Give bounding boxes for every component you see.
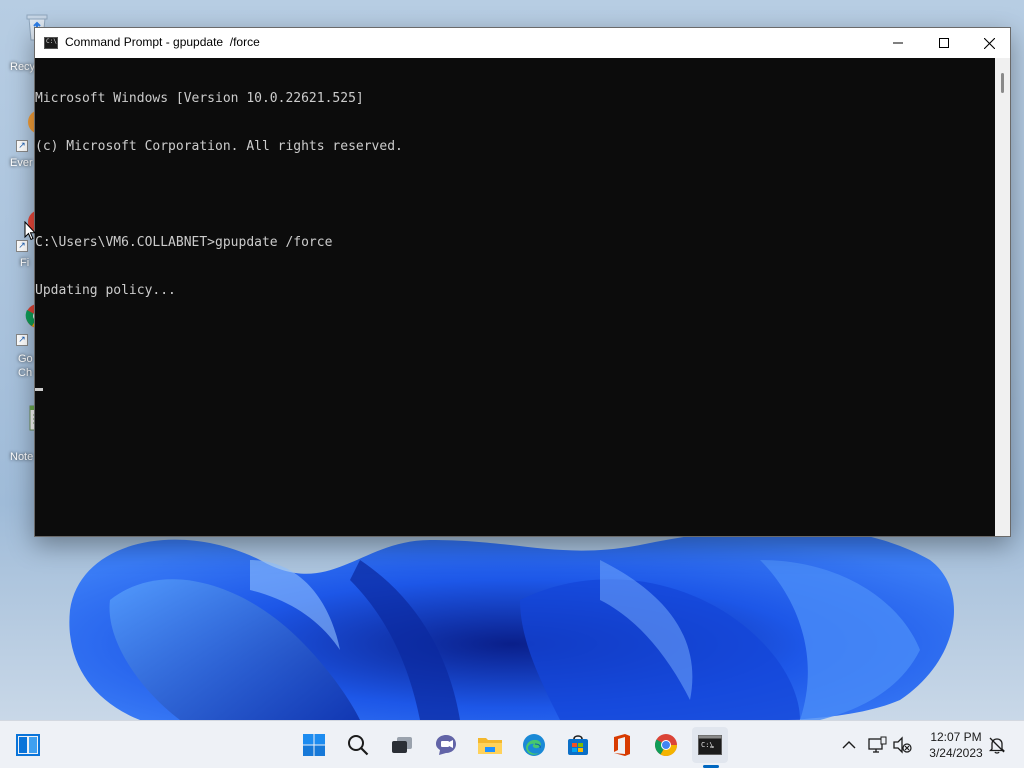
store-button[interactable] — [560, 727, 596, 763]
maximize-icon — [939, 38, 949, 48]
edge-button[interactable] — [516, 727, 552, 763]
title-bar[interactable]: C:\ Command Prompt - gpupdate /force — [35, 28, 1010, 58]
console-line: Microsoft Windows [Version 10.0.22621.52… — [35, 91, 364, 106]
shortcut-arrow-icon: ↗ — [16, 240, 28, 252]
command-prompt-window[interactable]: C:\ Command Prompt - gpupdate /force Mic… — [34, 27, 1011, 537]
chrome-button[interactable] — [648, 727, 684, 763]
close-icon — [983, 37, 995, 49]
console-line: Updating policy... — [35, 283, 176, 298]
console-output[interactable]: Microsoft Windows [Version 10.0.22621.52… — [35, 58, 995, 536]
network-icon — [868, 736, 887, 753]
volume-button[interactable] — [891, 734, 913, 756]
edge-icon — [523, 734, 545, 756]
notification-bell-icon — [988, 737, 1006, 754]
chat-icon — [436, 735, 456, 755]
terminal-icon: C:\ — [698, 735, 722, 755]
volume-muted-icon — [893, 736, 912, 754]
minimize-button[interactable] — [875, 28, 921, 58]
clock[interactable]: 12:07 PM 3/24/2023 — [922, 729, 990, 761]
search-icon — [348, 735, 369, 756]
minimize-icon — [893, 42, 903, 44]
office-icon — [614, 734, 630, 756]
window-title: Command Prompt - gpupdate /force — [65, 35, 260, 49]
vertical-scrollbar[interactable] — [995, 58, 1010, 536]
chat-button[interactable] — [428, 727, 464, 763]
folder-icon — [478, 738, 502, 754]
notifications-button[interactable] — [986, 734, 1008, 756]
command-prompt-icon: C:\ — [44, 37, 58, 49]
close-button[interactable] — [966, 28, 1012, 58]
windows-logo-icon — [16, 734, 40, 756]
console-line: (c) Microsoft Corporation. All rights re… — [35, 139, 403, 154]
taskbar: C:\ 12:07 PM 3/24/2023 — [0, 720, 1024, 768]
clock-time: 12:07 PM — [930, 730, 982, 744]
shortcut-arrow-icon: ↗ — [16, 140, 28, 152]
windows-start-button[interactable] — [296, 727, 332, 763]
mouse-pointer-icon — [24, 221, 36, 241]
shortcut-arrow-icon: ↗ — [16, 334, 28, 346]
console-line: C:\Users\VM6.COLLABNET>gpupdate /force — [35, 235, 333, 250]
cursor-line — [35, 379, 995, 395]
office-button[interactable] — [604, 727, 640, 763]
show-hidden-icons-button[interactable] — [838, 734, 860, 756]
task-view-button[interactable] — [384, 727, 420, 763]
task-view-icon — [392, 737, 412, 753]
file-explorer-button[interactable] — [472, 727, 508, 763]
search-button[interactable] — [340, 727, 376, 763]
scrollbar-thumb[interactable] — [1001, 73, 1004, 93]
chevron-up-icon — [842, 741, 856, 749]
start-button[interactable] — [10, 727, 46, 763]
windows-logo-icon — [303, 734, 325, 756]
clock-date: 3/24/2023 — [929, 746, 983, 760]
network-button[interactable] — [866, 734, 888, 756]
command-prompt-taskbar-button[interactable]: C:\ — [692, 727, 728, 763]
store-icon — [568, 735, 588, 755]
svg-text:C:\: C:\ — [701, 741, 714, 749]
text-cursor — [35, 388, 43, 391]
chrome-icon — [655, 734, 677, 756]
maximize-button[interactable] — [921, 28, 967, 58]
